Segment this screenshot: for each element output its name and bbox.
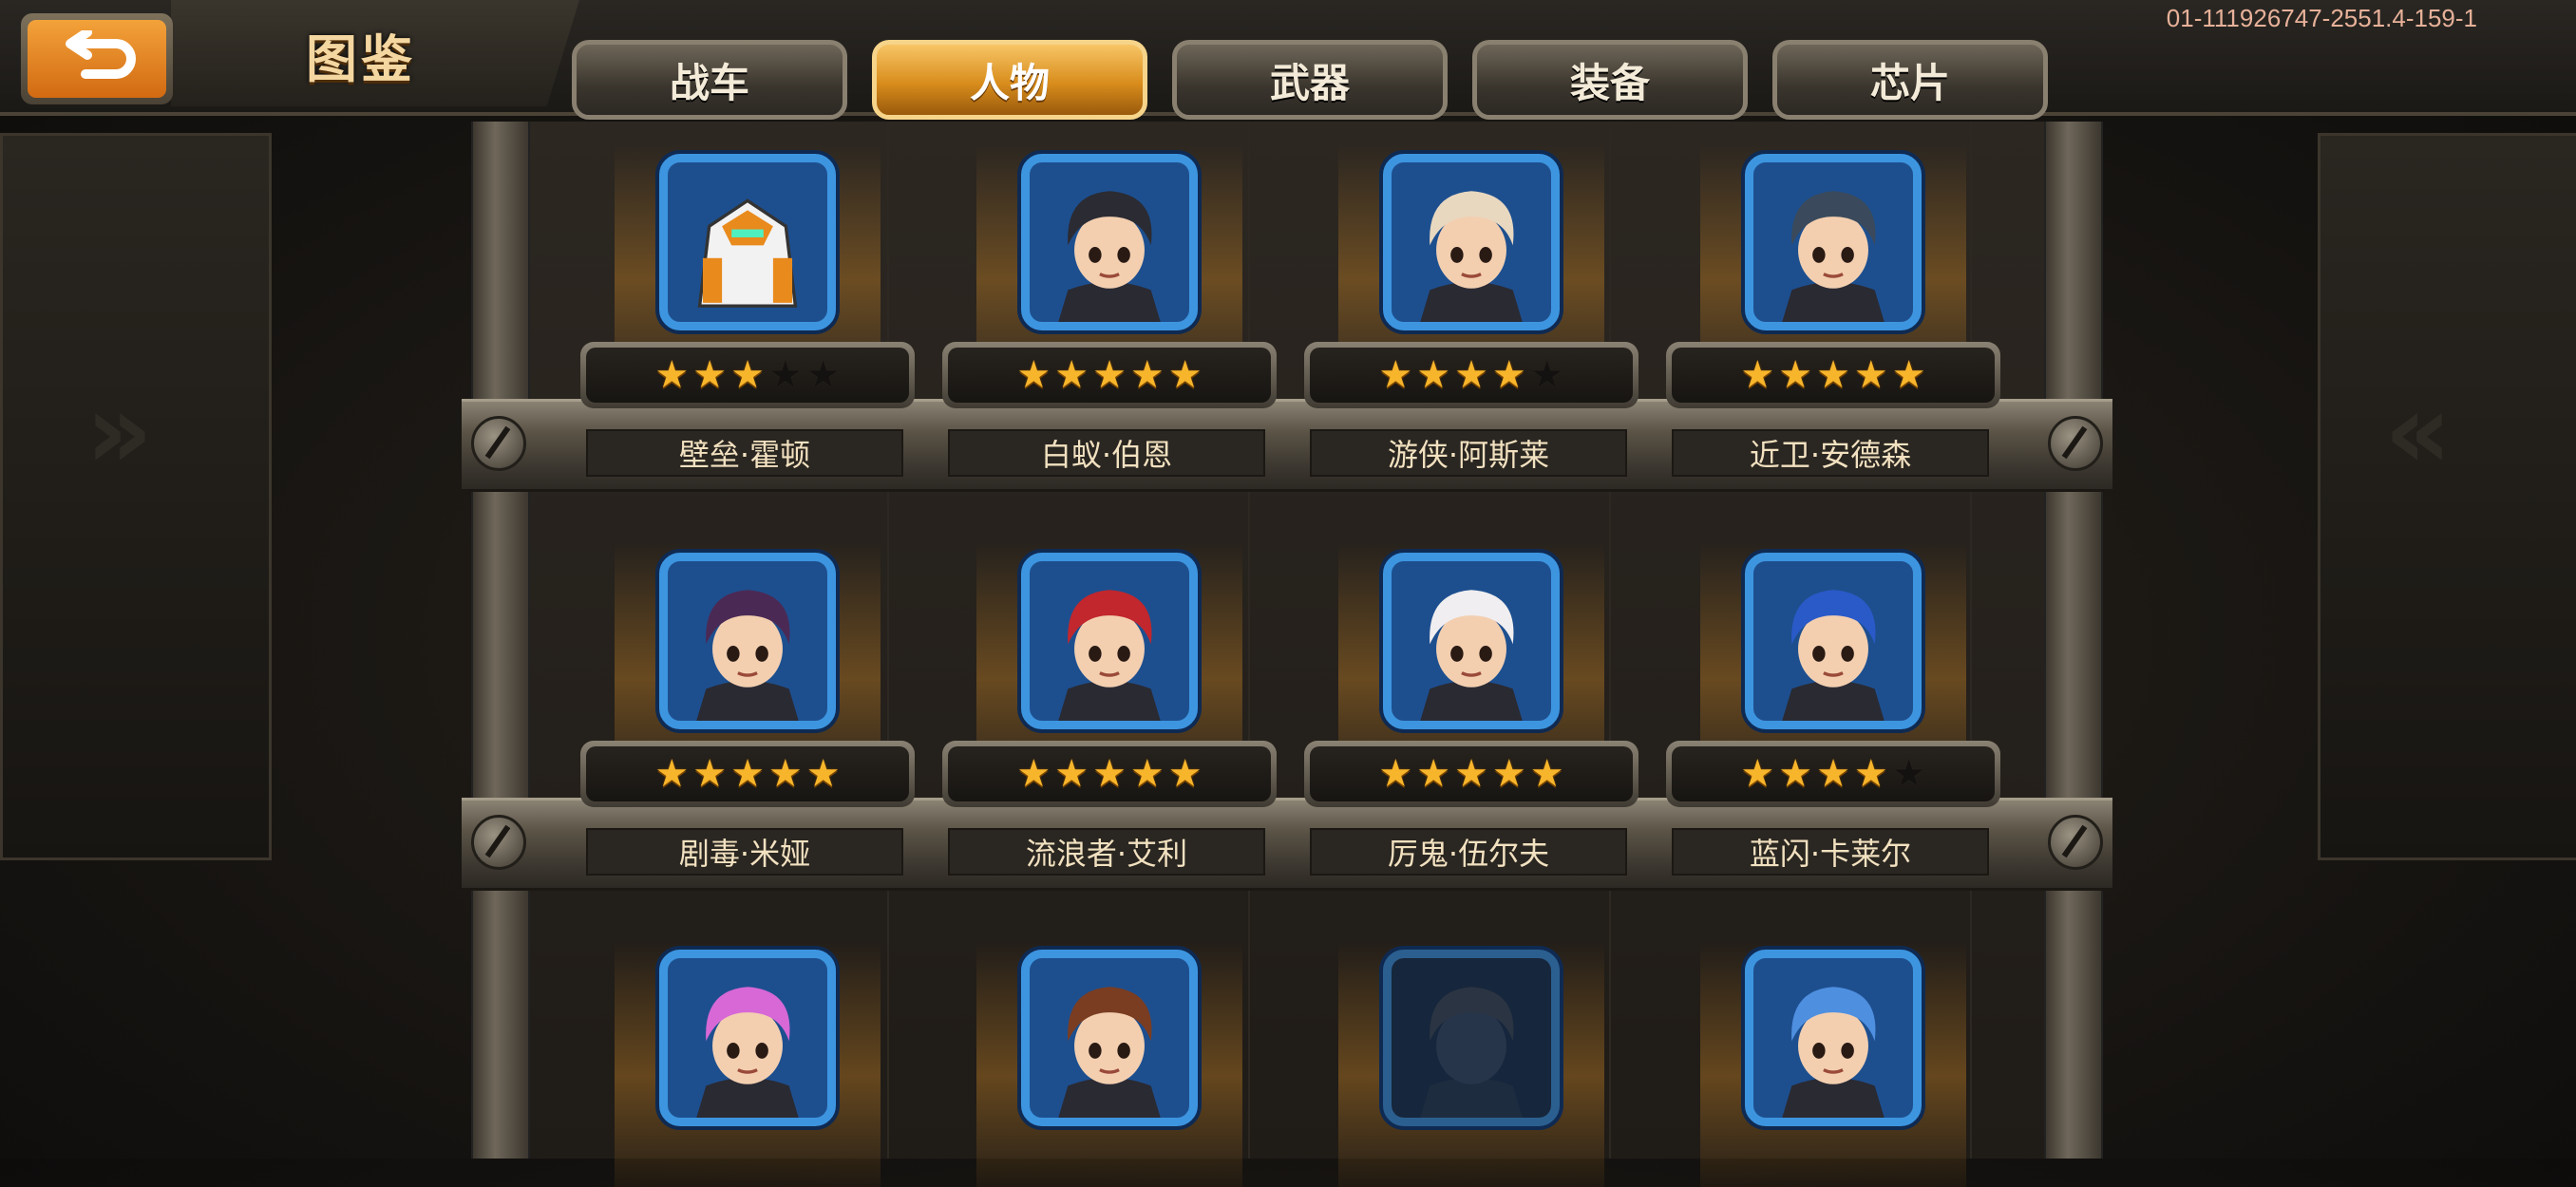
tab-characters[interactable]: 人物 <box>872 40 1147 120</box>
star-filled-icon: ★ <box>1454 353 1488 397</box>
star-rating: ★ ★ ★ ★ ★ <box>1666 741 2000 807</box>
star-filled-icon: ★ <box>730 353 765 397</box>
tab-equipment[interactable]: 装备 <box>1472 40 1748 120</box>
star-filled-icon: ★ <box>1129 353 1165 397</box>
star-filled-icon: ★ <box>1529 752 1564 796</box>
star-filled-icon: ★ <box>654 353 690 397</box>
bolt-icon <box>471 815 526 870</box>
star-filled-icon: ★ <box>1853 353 1888 397</box>
star-filled-icon: ★ <box>1054 353 1089 397</box>
character-name: 白蚁·伯恩 <box>948 429 1265 477</box>
star-empty-icon: ★ <box>1529 353 1564 397</box>
star-filled-icon: ★ <box>767 752 803 796</box>
star-filled-icon: ★ <box>1816 752 1850 796</box>
bolt-icon <box>2048 416 2103 471</box>
star-filled-icon: ★ <box>1167 752 1203 796</box>
star-filled-icon: ★ <box>1491 353 1526 397</box>
star-filled-icon: ★ <box>1016 752 1051 796</box>
tab-weapons[interactable]: 武器 <box>1172 40 1448 120</box>
background-chevron-right-icon: « <box>2384 370 2453 492</box>
star-filled-icon: ★ <box>1454 752 1488 796</box>
character-name: 蓝闪·卡莱尔 <box>1672 828 1989 876</box>
tab-vehicles[interactable]: 战车 <box>572 40 847 120</box>
robot-mech-portrait[interactable] <box>659 154 836 330</box>
pink-hair-portrait[interactable] <box>659 950 836 1126</box>
star-empty-icon: ★ <box>767 353 803 397</box>
character-name: 近卫·安德森 <box>1672 429 1989 477</box>
character-name: 流浪者·艾利 <box>948 828 1265 876</box>
star-filled-icon: ★ <box>1167 353 1203 397</box>
star-filled-icon: ★ <box>654 752 690 796</box>
frame-pillar-left <box>471 122 530 1159</box>
star-rating: ★ ★ ★ ★ ★ <box>580 741 915 807</box>
bolt-icon <box>471 416 526 471</box>
character-name: 剧毒·米娅 <box>586 828 903 876</box>
star-filled-icon: ★ <box>692 752 728 796</box>
star-filled-icon: ★ <box>1129 752 1165 796</box>
star-filled-icon: ★ <box>1778 353 1813 397</box>
star-filled-icon: ★ <box>1853 752 1888 796</box>
locked-silhouette-portrait[interactable] <box>1383 950 1560 1126</box>
star-empty-icon: ★ <box>1891 752 1926 796</box>
star-filled-icon: ★ <box>1378 353 1413 397</box>
star-filled-icon: ★ <box>1054 752 1089 796</box>
star-filled-icon: ★ <box>1740 353 1775 397</box>
character-name: 游侠·阿斯莱 <box>1310 429 1627 477</box>
back-button[interactable] <box>21 13 173 104</box>
star-rating: ★ ★ ★ ★ ★ <box>580 342 915 408</box>
dark-hair-man-portrait[interactable] <box>1021 154 1198 330</box>
soldier-cap-portrait[interactable] <box>1745 154 1922 330</box>
purple-hair-girl-portrait[interactable] <box>659 553 836 729</box>
character-name: 壁垒·霍顿 <box>586 429 903 477</box>
brown-hair-portrait[interactable] <box>1021 950 1198 1126</box>
page-title: 图鉴 <box>306 29 416 89</box>
back-arrow-icon <box>66 30 136 79</box>
frame-pillar-right <box>2044 122 2103 1159</box>
star-filled-icon: ★ <box>1491 752 1526 796</box>
blue-hair-man-portrait[interactable] <box>1745 553 1922 729</box>
star-empty-icon: ★ <box>805 353 841 397</box>
star-rating: ★ ★ ★ ★ ★ <box>1304 342 1638 408</box>
star-filled-icon: ★ <box>692 353 728 397</box>
star-rating: ★ ★ ★ ★ ★ <box>1304 741 1638 807</box>
background-chevron-left-icon: » <box>85 370 154 492</box>
background-wall-right <box>2318 133 2576 860</box>
star-filled-icon: ★ <box>1740 752 1775 796</box>
star-rating: ★ ★ ★ ★ ★ <box>942 342 1277 408</box>
white-hair-man-portrait[interactable] <box>1383 553 1560 729</box>
cowboy-hat-portrait[interactable] <box>1383 154 1560 330</box>
star-filled-icon: ★ <box>1778 752 1813 796</box>
build-id-label: 01-111926747-2551.4-159-1 <box>2166 4 2477 32</box>
star-rating: ★ ★ ★ ★ ★ <box>942 741 1277 807</box>
character-name: 厉鬼·伍尔夫 <box>1310 828 1627 876</box>
star-filled-icon: ★ <box>730 752 765 796</box>
star-filled-icon: ★ <box>1016 353 1051 397</box>
star-filled-icon: ★ <box>1416 353 1451 397</box>
star-rating: ★ ★ ★ ★ ★ <box>1666 342 2000 408</box>
star-filled-icon: ★ <box>1816 353 1850 397</box>
blue-hair-girl-portrait[interactable] <box>1745 950 1922 1126</box>
star-filled-icon: ★ <box>1378 752 1413 796</box>
star-filled-icon: ★ <box>1891 353 1926 397</box>
star-filled-icon: ★ <box>805 752 841 796</box>
red-hair-goggles-portrait[interactable] <box>1021 553 1198 729</box>
background-wall-left <box>0 133 272 860</box>
tab-chips[interactable]: 芯片 <box>1772 40 2048 120</box>
star-filled-icon: ★ <box>1416 752 1451 796</box>
star-filled-icon: ★ <box>1092 353 1127 397</box>
bolt-icon <box>2048 815 2103 870</box>
star-filled-icon: ★ <box>1092 752 1127 796</box>
